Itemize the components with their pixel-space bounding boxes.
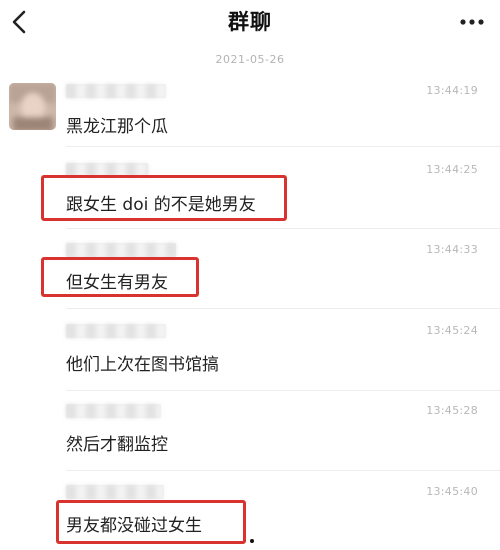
- divider: [66, 146, 500, 147]
- stray-dot: [250, 539, 254, 543]
- sender-name-redacted: [66, 404, 161, 418]
- message-item[interactable]: 13:45:24 他们上次在图书馆搞: [64, 324, 500, 392]
- nav-bar: 群聊: [0, 0, 500, 44]
- message-time: 13:44:33: [426, 243, 478, 256]
- message-text: 他们上次在图书馆搞: [66, 355, 219, 375]
- more-dots-icon: [460, 19, 484, 25]
- message-item[interactable]: 13:45:28 然后才翻监控: [64, 404, 500, 472]
- message-text: 黑龙江那个瓜: [66, 117, 168, 137]
- divider: [66, 228, 500, 229]
- highlight-box: [56, 500, 246, 544]
- message-time: 13:44:25: [426, 163, 478, 176]
- message-time: 13:45:40: [426, 485, 478, 498]
- highlight-box: [41, 175, 287, 221]
- message-text: 然后才翻监控: [66, 435, 168, 455]
- message-time: 13:45:28: [426, 404, 478, 417]
- divider: [66, 390, 500, 391]
- avatar[interactable]: [9, 83, 56, 130]
- page-title: 群聊: [228, 10, 272, 34]
- sender-name-redacted: [66, 324, 166, 338]
- highlight-box: [41, 257, 199, 297]
- avatar-image: [9, 83, 56, 130]
- sender-name-redacted: [66, 243, 176, 257]
- message-item[interactable]: 13:44:19 黑龙江那个瓜: [64, 84, 500, 148]
- divider: [66, 470, 500, 471]
- more-button[interactable]: [458, 12, 486, 32]
- sender-name-redacted: [66, 485, 164, 499]
- divider: [66, 308, 500, 309]
- date-separator: 2021-05-26: [215, 53, 285, 66]
- message-time: 13:44:19: [426, 84, 478, 97]
- sender-name-redacted: [66, 84, 166, 98]
- message-time: 13:45:24: [426, 324, 478, 337]
